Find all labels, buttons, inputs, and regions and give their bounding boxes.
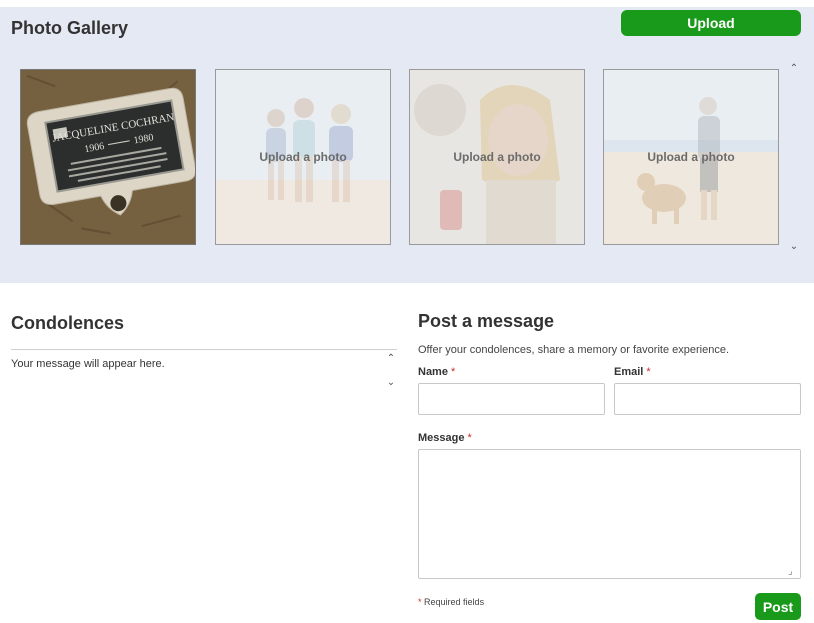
gallery-title: Photo Gallery (11, 18, 129, 38)
upload-photo-label: Upload a photo (647, 150, 735, 164)
gallery-upload-slot-2[interactable]: Upload a photo (409, 69, 585, 245)
chevron-down-icon[interactable]: ⌄ (786, 239, 802, 255)
condolences-title: Condolences (11, 313, 125, 333)
email-label-text: Email (614, 366, 644, 378)
resize-grip-icon[interactable]: ⌟ (788, 566, 799, 577)
message-label: Message * (418, 432, 472, 444)
chevron-up-icon[interactable]: ⌃ (786, 61, 802, 77)
condolences-list[interactable]: Your message will appear here. ⌃ ⌄ (11, 351, 397, 391)
gallery-scrollbar[interactable]: ⌃ ⌄ (786, 57, 802, 257)
gallery-upload-slot-1[interactable]: Upload a photo (215, 69, 391, 245)
message-textarea[interactable] (418, 449, 801, 579)
email-field[interactable] (614, 383, 801, 415)
photo-gallery: Photo Gallery Upload JACQUELINE COCHRAN … (0, 7, 814, 283)
required-marker: * (451, 366, 456, 378)
name-label-text: Name (418, 366, 448, 378)
required-fields-note: * Required fields (418, 597, 484, 607)
chevron-up-icon[interactable]: ⌃ (383, 351, 399, 367)
required-marker: * (418, 597, 422, 607)
headstone-photo: JACQUELINE COCHRAN 1906 1980 (21, 70, 195, 244)
chevron-down-icon[interactable]: ⌄ (383, 375, 399, 391)
condolences-divider (11, 349, 397, 350)
post-message-title: Post a message (418, 311, 555, 331)
upload-photo-label: Upload a photo (259, 150, 347, 164)
post-message-subtitle: Offer your condolences, share a memory o… (418, 344, 730, 356)
gallery-photo-headstone[interactable]: JACQUELINE COCHRAN 1906 1980 (20, 69, 196, 245)
message-label-text: Message (418, 432, 465, 444)
email-label: Email * (614, 366, 651, 378)
required-marker: * (646, 366, 651, 378)
required-note-text: Required fields (424, 597, 485, 607)
gallery-upload-slot-3[interactable]: Upload a photo (603, 69, 779, 245)
post-button[interactable]: Post (755, 593, 801, 620)
condolences-empty-text: Your message will appear here. (11, 358, 165, 370)
name-label: Name * (418, 366, 455, 378)
upload-button[interactable]: Upload (621, 10, 801, 36)
name-field[interactable] (418, 383, 605, 415)
required-marker: * (467, 432, 472, 444)
upload-photo-label: Upload a photo (453, 150, 541, 164)
